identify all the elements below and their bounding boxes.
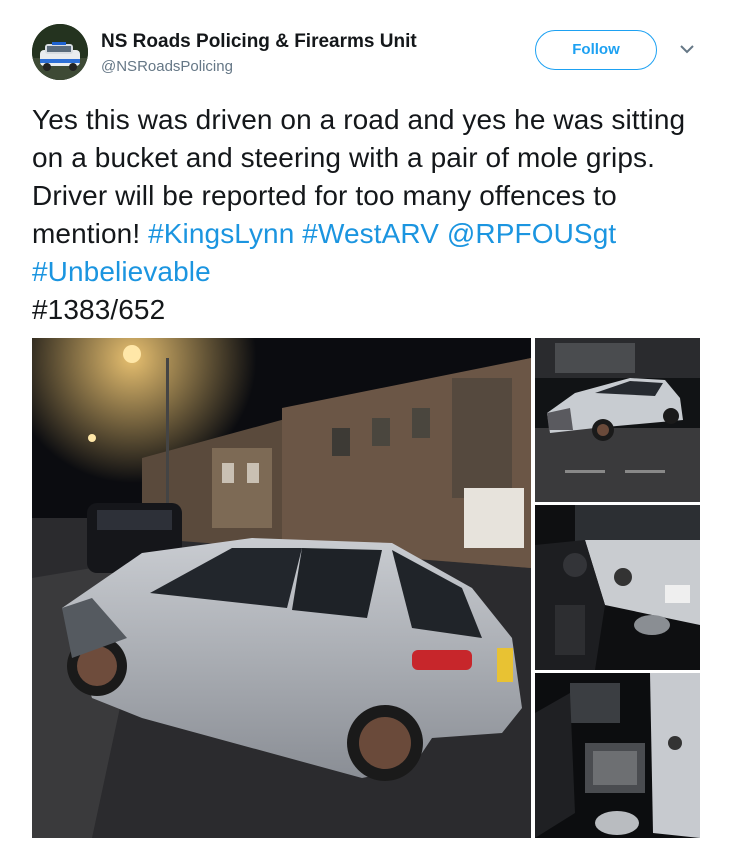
- chevron-down-icon[interactable]: [680, 44, 694, 54]
- follow-button[interactable]: Follow: [535, 30, 657, 70]
- media-grid: [32, 338, 700, 838]
- hashtag-link[interactable]: #WestARV: [302, 218, 439, 249]
- user-handle[interactable]: @NSRoadsPolicing: [101, 58, 233, 75]
- main-car-photo[interactable]: [32, 338, 531, 838]
- car-rear-photo[interactable]: [535, 338, 700, 502]
- door-interior-photo[interactable]: [535, 505, 700, 670]
- footwell-photo[interactable]: [535, 673, 700, 838]
- tweet-text: Yes this was driven on a road and yes he…: [32, 101, 702, 329]
- mention-link[interactable]: @RPFOUSgt: [447, 218, 616, 249]
- display-name[interactable]: NS Roads Policing & Firearms Unit: [101, 31, 417, 53]
- avatar[interactable]: [32, 24, 88, 80]
- reference-number: #1383/652: [32, 294, 166, 325]
- police-car-avatar-icon: [32, 24, 88, 80]
- hashtag-link[interactable]: #Unbelievable: [32, 256, 211, 287]
- hashtag-link[interactable]: #KingsLynn: [148, 218, 294, 249]
